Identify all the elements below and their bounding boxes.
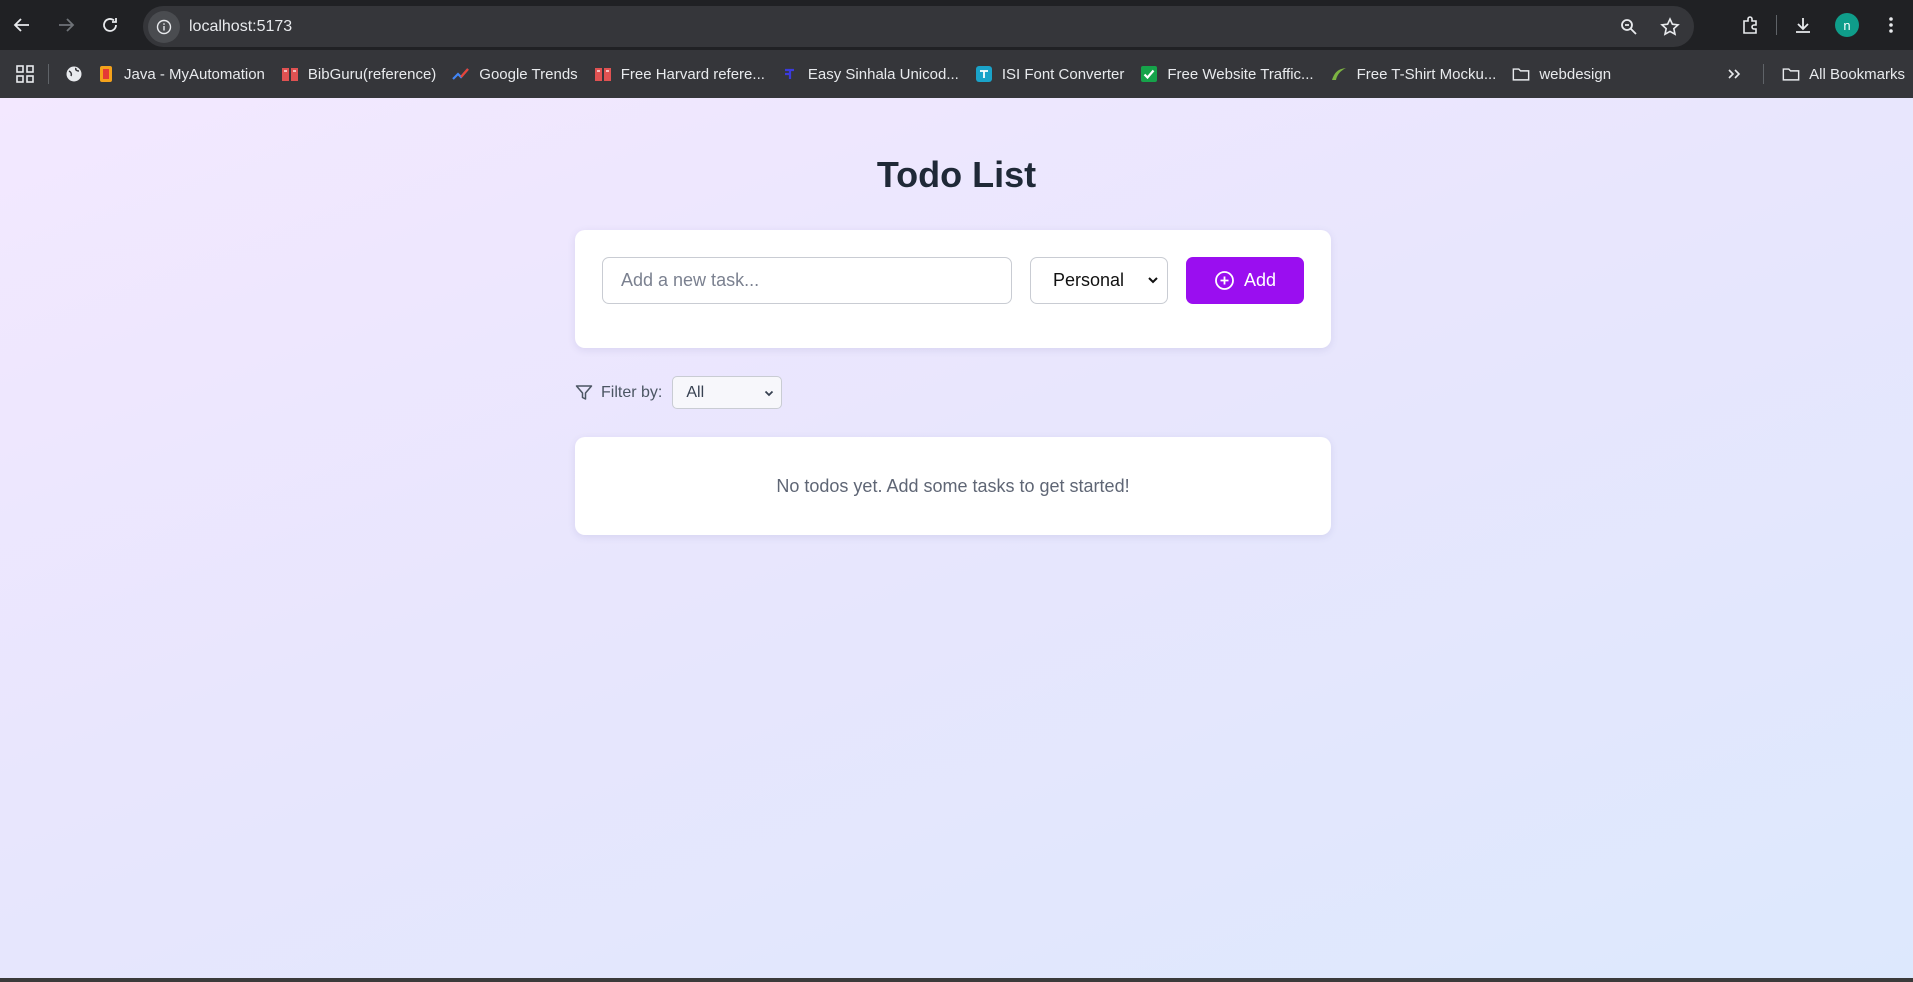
- download-icon: [1796, 18, 1810, 33]
- browser-toolbar: localhost:5173 n: [0, 0, 1913, 50]
- downloads-button[interactable]: [1781, 3, 1825, 47]
- address-bar[interactable]: localhost:5173: [143, 6, 1694, 47]
- more-bookmarks-button[interactable]: [1715, 58, 1753, 90]
- filter-icon: [575, 384, 593, 402]
- task-input[interactable]: [602, 257, 1012, 304]
- folder-icon: [1782, 65, 1800, 83]
- font-converter-icon: [975, 65, 993, 83]
- java-icon: [97, 65, 115, 83]
- toolbar-separator: [1776, 15, 1777, 35]
- chevron-down-icon: [1148, 277, 1158, 284]
- book-icon: [594, 65, 612, 83]
- zoom-icon[interactable]: [1620, 18, 1638, 36]
- trends-icon: [452, 65, 470, 83]
- plus-circle-icon: [1215, 271, 1234, 290]
- empty-state-message: No todos yet. Add some tasks to get star…: [776, 475, 1130, 496]
- profile-button[interactable]: n: [1825, 3, 1869, 47]
- tshirt-icon: [1330, 65, 1348, 83]
- add-task-card: Personal Add: [575, 230, 1331, 348]
- arrow-left-icon: [13, 18, 29, 32]
- bookmark-label: Free T-Shirt Mocku...: [1356, 65, 1497, 83]
- site-info-icon[interactable]: [148, 10, 180, 43]
- globe-bookmark[interactable]: [59, 58, 89, 90]
- bookmark-label: Google Trends: [479, 65, 578, 83]
- check-icon: [1140, 65, 1158, 83]
- todo-app: Todo List Personal Add Filter by: All No…: [0, 98, 1913, 978]
- bookmark-java[interactable]: Java - MyAutomation: [89, 58, 273, 90]
- bookmark-sinhala[interactable]: Easy Sinhala Unicod...: [773, 58, 967, 90]
- bookmark-label: Free Website Traffic...: [1167, 65, 1314, 83]
- bookmark-label: BibGuru(reference): [307, 65, 437, 83]
- reload-button[interactable]: [88, 3, 132, 47]
- star-icon[interactable]: [1660, 16, 1680, 37]
- bookmark-isi-font[interactable]: ISI Font Converter: [967, 58, 1133, 90]
- filter-bar: Filter by: All: [575, 376, 783, 409]
- bookmark-folder-webdesign[interactable]: webdesign: [1504, 58, 1619, 90]
- kebab-menu-icon: [1889, 17, 1893, 33]
- all-bookmarks-label: All Bookmarks: [1809, 65, 1905, 83]
- bookmark-label: Free Harvard refere...: [620, 65, 765, 83]
- arrow-right-icon: [59, 18, 75, 32]
- filter-label: Filter by:: [601, 383, 663, 401]
- avatar: n: [1835, 13, 1859, 37]
- window-bottom-edge: [0, 978, 1913, 982]
- bookmark-label: webdesign: [1539, 65, 1612, 83]
- extensions-button[interactable]: [1728, 3, 1772, 47]
- filter-value: All: [686, 383, 705, 401]
- bookmark-harvard[interactable]: Free Harvard refere...: [586, 58, 773, 90]
- book-icon: [281, 65, 299, 83]
- url-text[interactable]: localhost:5173: [189, 18, 292, 36]
- add-task-button[interactable]: Add: [1186, 257, 1304, 304]
- apps-grid-icon: [16, 65, 34, 83]
- bookmark-label: Easy Sinhala Unicod...: [807, 65, 959, 83]
- category-select[interactable]: Personal: [1030, 257, 1168, 304]
- all-bookmarks-button[interactable]: All Bookmarks: [1774, 58, 1913, 90]
- bookmark-google-trends[interactable]: Google Trends: [444, 58, 585, 90]
- sinhala-icon: [781, 65, 799, 83]
- bookmark-website-traffic[interactable]: Free Website Traffic...: [1132, 58, 1321, 90]
- category-value: Personal: [1053, 270, 1125, 290]
- globe-icon: [66, 66, 82, 82]
- folder-icon: [1512, 65, 1530, 83]
- bookmarks-separator: [48, 64, 49, 84]
- filter-select[interactable]: All: [672, 376, 783, 409]
- bookmark-label: Java - MyAutomation: [124, 65, 265, 83]
- bookmark-label: ISI Font Converter: [1001, 65, 1125, 83]
- reload-icon: [103, 18, 117, 32]
- back-button[interactable]: [0, 3, 44, 47]
- puzzle-icon: [1743, 16, 1757, 34]
- chevron-double-right-icon: [1728, 69, 1741, 79]
- forward-button[interactable]: [44, 3, 88, 47]
- bookmark-bibguru[interactable]: BibGuru(reference): [273, 58, 444, 90]
- bookmarks-separator: [1763, 64, 1765, 84]
- todo-list-card: No todos yet. Add some tasks to get star…: [575, 437, 1331, 535]
- bookmarks-bar: Java - MyAutomation BibGuru(reference) G…: [0, 50, 1913, 98]
- chevron-down-icon: [765, 390, 774, 397]
- menu-button[interactable]: [1869, 3, 1913, 47]
- page-title: Todo List: [876, 154, 1037, 195]
- bookmark-tshirt[interactable]: Free T-Shirt Mocku...: [1322, 58, 1505, 90]
- add-button-label: Add: [1243, 270, 1277, 290]
- apps-button[interactable]: [12, 58, 38, 90]
